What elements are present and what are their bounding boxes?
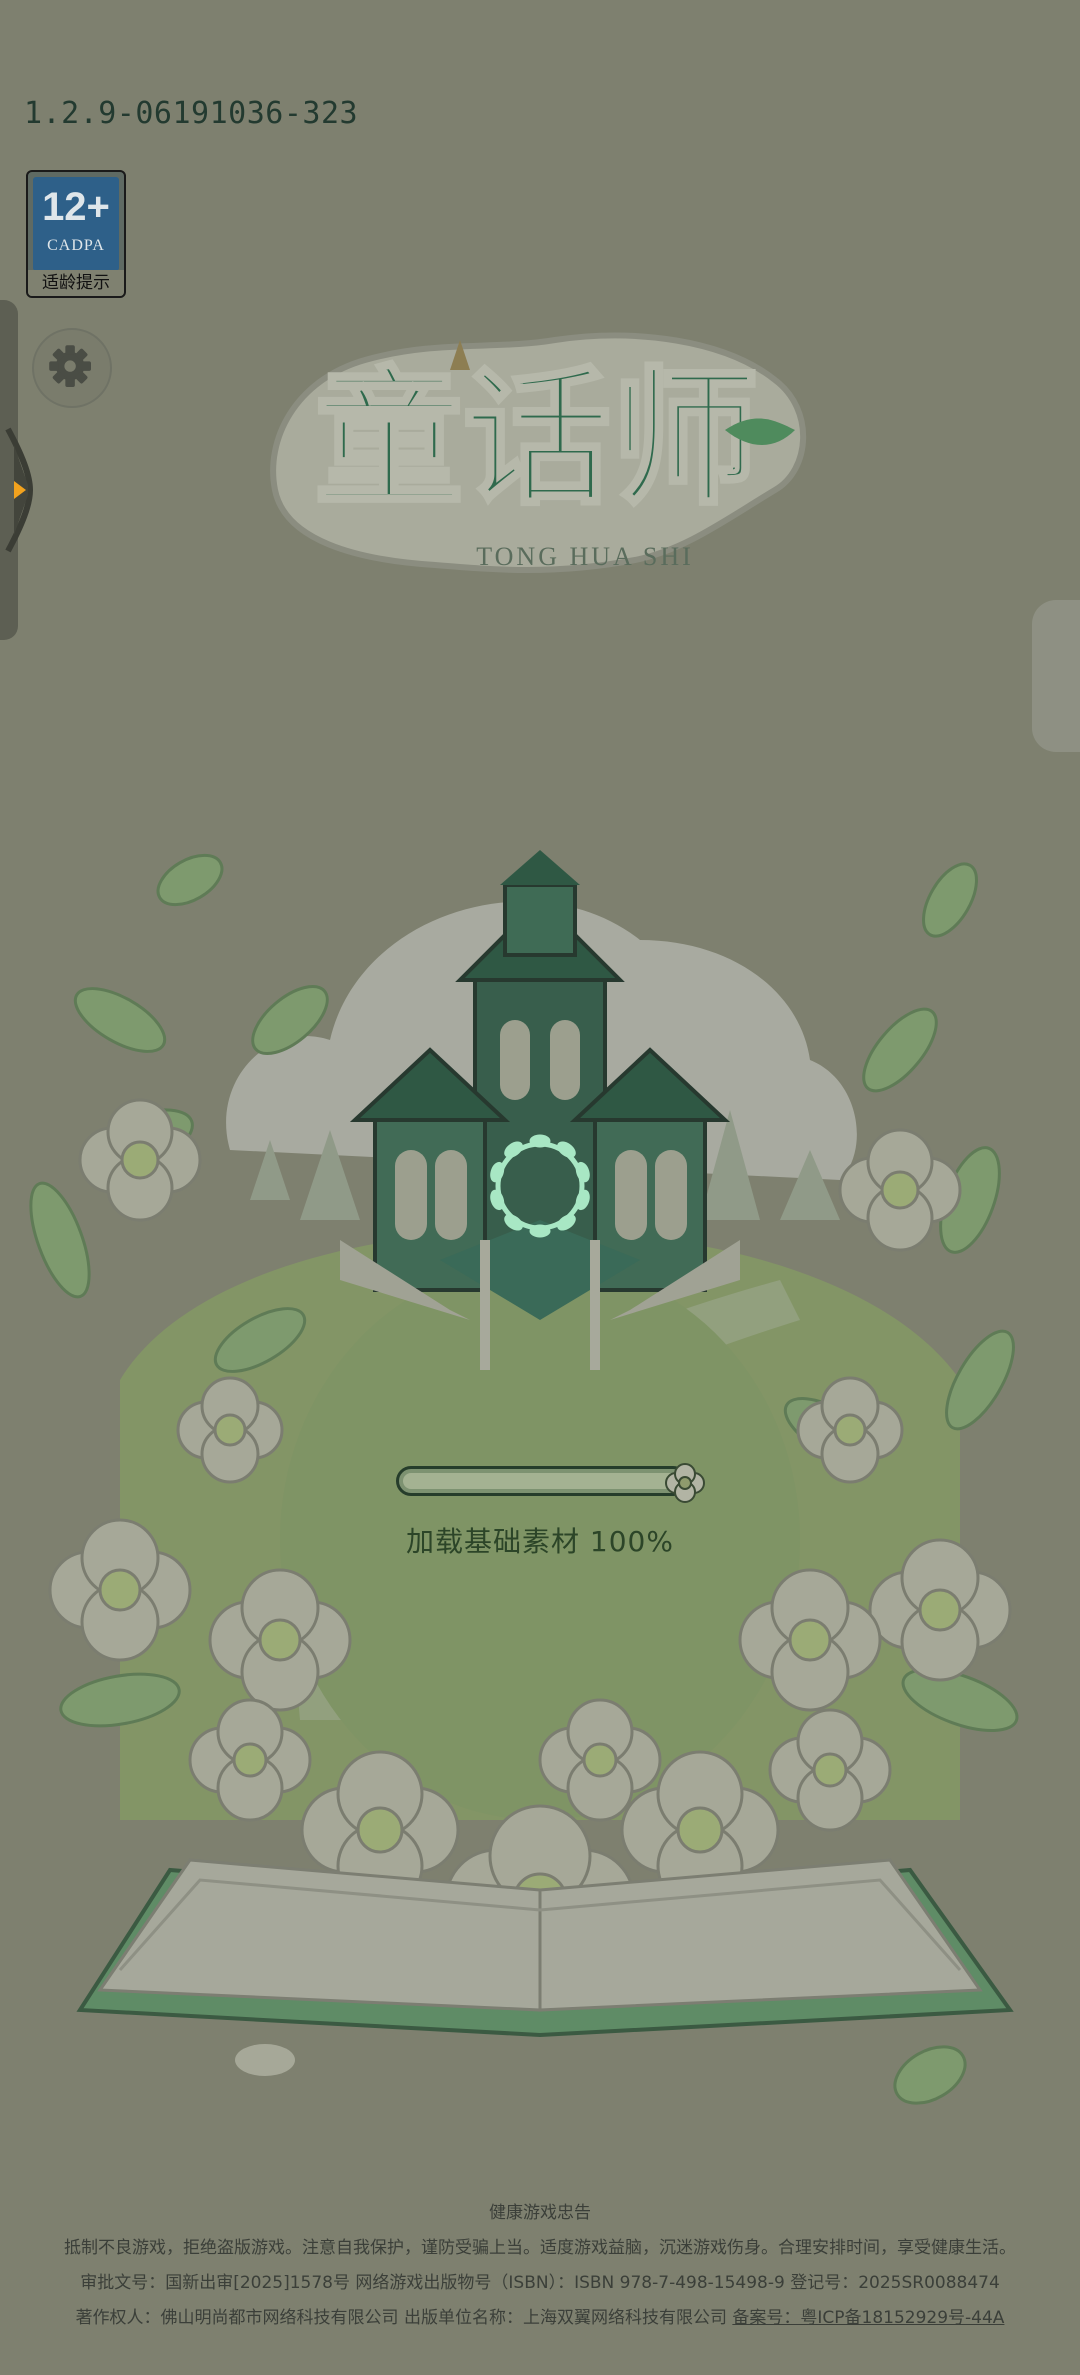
settings-button[interactable] (32, 328, 112, 408)
castle (340, 850, 740, 1370)
leaf-wreath-spinner-icon (490, 1134, 590, 1238)
health-notice-title: 健康游戏忠告 (489, 2203, 591, 2223)
game-loading-screen: 1.2.9-06191036-323 12+ CADPA 适龄提示 童话师 TO… (0, 0, 1080, 2375)
icp-link[interactable]: 备案号：粤ICP备18152929号-44A (732, 2308, 1004, 2328)
health-notice-text: 抵制不良游戏，拒绝盗版游戏。注意自我保护，谨防受骗上当。适度游戏益脑，沉迷游戏伤… (64, 2238, 1016, 2258)
age-rating-caption: 适龄提示 (28, 270, 124, 296)
logo-title: 童话师 (315, 351, 759, 525)
floating-side-handle[interactable] (1032, 600, 1080, 752)
health-notice: 健康游戏忠告 抵制不良游戏，拒绝盗版游戏。注意自我保护，谨防受骗上当。适度游戏益… (0, 2196, 1080, 2336)
age-rating-top: 12+ CADPA (33, 177, 119, 271)
open-book (76, 1858, 1014, 2105)
logo-subtitle: TONG HUA SHI (476, 542, 694, 571)
age-rating-org: CADPA (47, 237, 105, 254)
loading-progress-fill (403, 1473, 681, 1489)
age-rating-number: 12+ (42, 185, 110, 229)
chevron-right-icon[interactable] (2, 425, 38, 555)
version-label: 1.2.9-06191036-323 (24, 96, 359, 131)
loading-status-text: 加载基础素材 100% (406, 1525, 674, 1558)
age-rating-badge[interactable]: 12+ CADPA 适龄提示 (26, 170, 126, 298)
gear-icon (49, 345, 91, 387)
copyright-info: 著作权人：佛山明尚都市网络科技有限公司 出版单位名称：上海双翼网络科技有限公司 … (0, 2301, 1080, 2336)
approval-info: 审批文号：国新出审[2025]1578号 网络游戏出版物号（ISBN）：ISBN… (80, 2273, 1000, 2293)
game-logo: 童话师 TONG HUA SHI (270, 332, 807, 573)
loading-progress-bar (396, 1466, 688, 1496)
flower-icon (665, 1463, 705, 1503)
copyright-text: 著作权人：佛山明尚都市网络科技有限公司 出版单位名称：上海双翼网络科技有限公司 (75, 2308, 733, 2328)
